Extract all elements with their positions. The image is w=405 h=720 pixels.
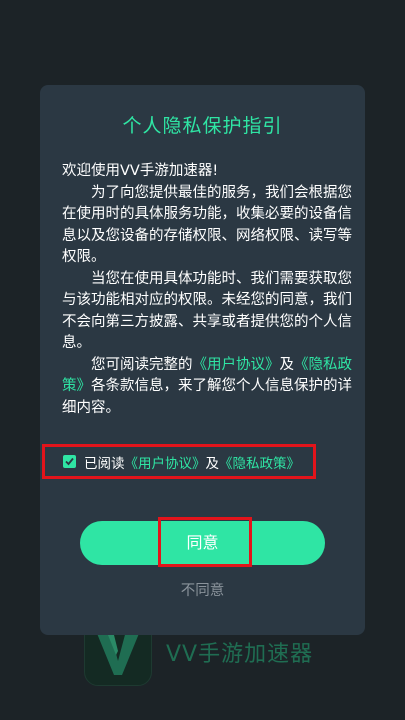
policy-paragraph-connector: 及 [279,356,295,373]
consent-checkbox[interactable] [63,455,76,468]
services-paragraph: 为了向您提供最佳的服务，我们会根据您在使用时的具体服务功能，收集必要的设备信息以… [62,184,352,266]
dialog-body: 欢迎使用VV手游加速器! 为了向您提供最佳的服务，我们会根据您在使用时的具体服务… [62,161,352,419]
policy-paragraph-suffix: 各条款信息，来了解您个人信息保护的详细内容。 [62,378,352,416]
consent-user-agreement-link[interactable]: 《用户协议》 [125,452,206,472]
screen: VV手游加速器 个人隐私保护指引 欢迎使用VV手游加速器! 为了向您提供最佳的服… [0,0,405,720]
user-agreement-link[interactable]: 《用户协议》 [193,357,280,373]
checkmark-icon [65,457,74,466]
consent-row[interactable]: 已阅读 《用户协议》及《隐私政策》 [42,444,316,479]
consent-connector: 及 [205,455,220,472]
permissions-paragraph: 当您在使用具体功能时、我们需要获取您与该功能相对应的权限。未经您的同意，我们不会… [62,270,352,352]
greeting-text: 欢迎使用VV手游加速器! [62,163,219,179]
consent-prefix: 已阅读 [84,455,125,472]
disagree-button[interactable]: 不同意 [40,579,365,600]
policy-paragraph: 您可阅读完整的《用户协议》及《隐私政策》各条款信息，来了解您个人信息保护的详细内… [62,355,352,420]
consent-privacy-policy-link[interactable]: 《隐私政策》 [219,452,300,472]
dialog-title: 个人隐私保护指引 [122,115,283,137]
background-app-name: VV手游加速器 [166,642,314,667]
agree-button-label: 同意 [186,533,219,552]
agree-button[interactable]: 同意 [80,517,325,567]
privacy-dialog: 个人隐私保护指引 欢迎使用VV手游加速器! 为了向您提供最佳的服务，我们会根据您… [40,85,365,635]
policy-paragraph-prefix: 您可阅读完整的 [91,356,193,373]
